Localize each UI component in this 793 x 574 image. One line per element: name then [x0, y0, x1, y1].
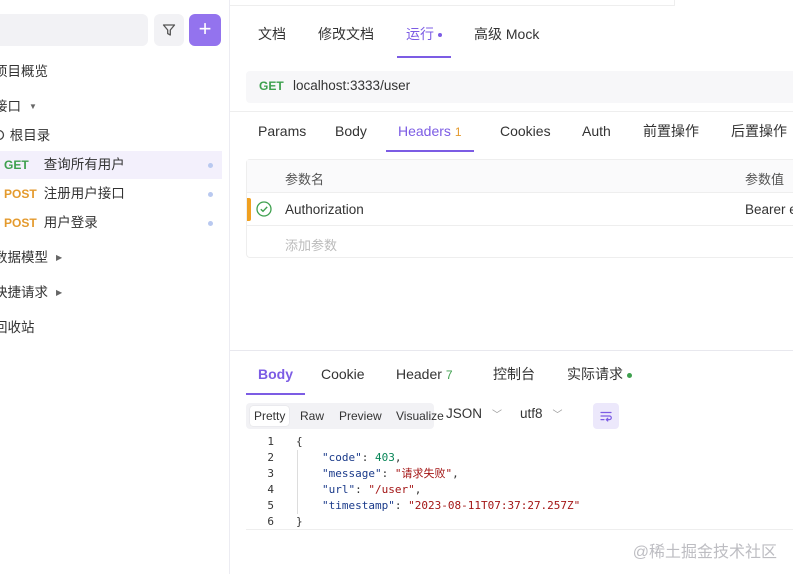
tab-body[interactable]: Body: [335, 112, 367, 152]
caret-right-icon: ▶: [56, 288, 63, 298]
tab-advanced-mock[interactable]: 高级 Mock: [474, 18, 539, 58]
sidebar-item-apis[interactable]: 接口 ▼: [0, 93, 37, 121]
tab-params[interactable]: Params: [258, 112, 306, 152]
tab-response-body[interactable]: Body: [246, 355, 305, 395]
wrap-icon: [600, 411, 612, 422]
folder-icon: [0, 129, 5, 141]
format-preview[interactable]: Preview: [335, 406, 386, 426]
count-badge: 1: [454, 125, 462, 139]
format-pretty[interactable]: Pretty: [250, 406, 290, 426]
tab-active-dot: [438, 33, 442, 38]
chevron-down-icon: ﹀: [552, 410, 563, 421]
tab-pre-ops[interactable]: 前置操作: [643, 112, 699, 152]
api-item-register[interactable]: POST 注册用户接口: [0, 180, 222, 208]
filter-button[interactable]: [154, 14, 184, 46]
table-row[interactable]: Authorization Bearer e: [247, 193, 793, 226]
chevron-down-icon: ﹀: [492, 410, 503, 421]
add-button[interactable]: +: [189, 14, 221, 46]
method-badge: GET: [4, 158, 29, 172]
check-circle-icon[interactable]: [256, 201, 272, 217]
tab-actual-request[interactable]: 实际请求: [567, 355, 632, 395]
caret-down-icon: ▼: [29, 102, 37, 112]
tab-docs[interactable]: 文档: [258, 18, 286, 58]
tab-post-ops[interactable]: 后置操作: [731, 112, 787, 152]
sidebar-item-overview[interactable]: 项目概览: [0, 58, 48, 86]
format-toggle: Pretty Raw Preview Visualize: [246, 403, 444, 429]
row-marker: [247, 198, 251, 221]
format-bar: Pretty Raw Preview Visualize JSON ﹀ utf8 ﹀: [246, 403, 626, 429]
type-select[interactable]: JSON ﹀: [446, 406, 502, 421]
table-header: 参数名 参数值: [247, 160, 793, 193]
encoding-select[interactable]: utf8 ﹀: [520, 406, 563, 421]
tab-console[interactable]: 控制台: [493, 355, 535, 395]
caret-right-icon: ▶: [56, 253, 63, 263]
count-badge: 7: [445, 368, 453, 382]
tab-response-cookie[interactable]: Cookie: [321, 355, 365, 395]
col-name: 参数名: [285, 172, 325, 187]
tab-edit-docs[interactable]: 修改文档: [318, 18, 374, 58]
sidebar-item-quick-requests[interactable]: 快捷请求 ▶: [0, 279, 62, 307]
tab-auth[interactable]: Auth: [582, 112, 611, 152]
tab-response-header[interactable]: Header 7: [396, 355, 453, 395]
main-panel: 文档 修改文档 运行 高级 Mock GET localhost:3333/us…: [230, 0, 793, 574]
status-dot: [208, 192, 213, 197]
filter-icon: [162, 24, 176, 36]
url-input[interactable]: localhost:3333/user: [293, 78, 410, 93]
add-param-input[interactable]: 添加参数: [285, 235, 337, 254]
search-input[interactable]: [0, 14, 148, 46]
request-method[interactable]: GET: [259, 79, 284, 93]
tab-cookies[interactable]: Cookies: [500, 112, 551, 152]
status-dot: [627, 372, 632, 378]
sidebar-item-root[interactable]: 根目录: [0, 122, 50, 150]
headers-table: 参数名 参数值 Authorization Bearer e 添加参数: [246, 159, 793, 258]
tab-run[interactable]: 运行: [397, 18, 451, 58]
sidebar: + 项目概览 接口 ▼ 根目录 GET 查询所有用户 POST 注册用户接口 PO…: [0, 0, 230, 574]
format-raw[interactable]: Raw: [296, 406, 328, 426]
api-item-login[interactable]: POST 用户登录: [0, 209, 222, 237]
api-item-get-users[interactable]: GET 查询所有用户: [0, 151, 222, 179]
status-dot: [208, 221, 213, 226]
method-badge: POST: [4, 216, 37, 230]
top-strip: [230, 0, 675, 6]
format-visualize[interactable]: Visualize: [392, 406, 448, 426]
status-dot: [208, 163, 213, 168]
method-badge: POST: [4, 187, 37, 201]
watermark: @稀土掘金技术社区: [632, 544, 777, 561]
sidebar-item-models[interactable]: 数据模型 ▶: [0, 244, 62, 272]
sidebar-item-trash[interactable]: 回收站: [0, 314, 35, 342]
tab-headers[interactable]: Headers 1: [386, 112, 474, 152]
col-value: 参数值: [745, 172, 785, 187]
request-tabs: Params Body Headers 1 Cookies Auth 前置操作 后…: [230, 111, 793, 152]
url-bar[interactable]: GET localhost:3333/user: [246, 71, 793, 103]
header-key[interactable]: Authorization: [285, 202, 364, 217]
indent-guide: [297, 450, 298, 514]
response-code-viewer[interactable]: 1{ 2 "code": 403, 3 "message": "请求失败", 4 "u…: [246, 434, 793, 530]
wrap-lines-button[interactable]: [593, 403, 619, 429]
header-value[interactable]: Bearer e: [745, 202, 793, 217]
divider[interactable]: [230, 350, 793, 351]
